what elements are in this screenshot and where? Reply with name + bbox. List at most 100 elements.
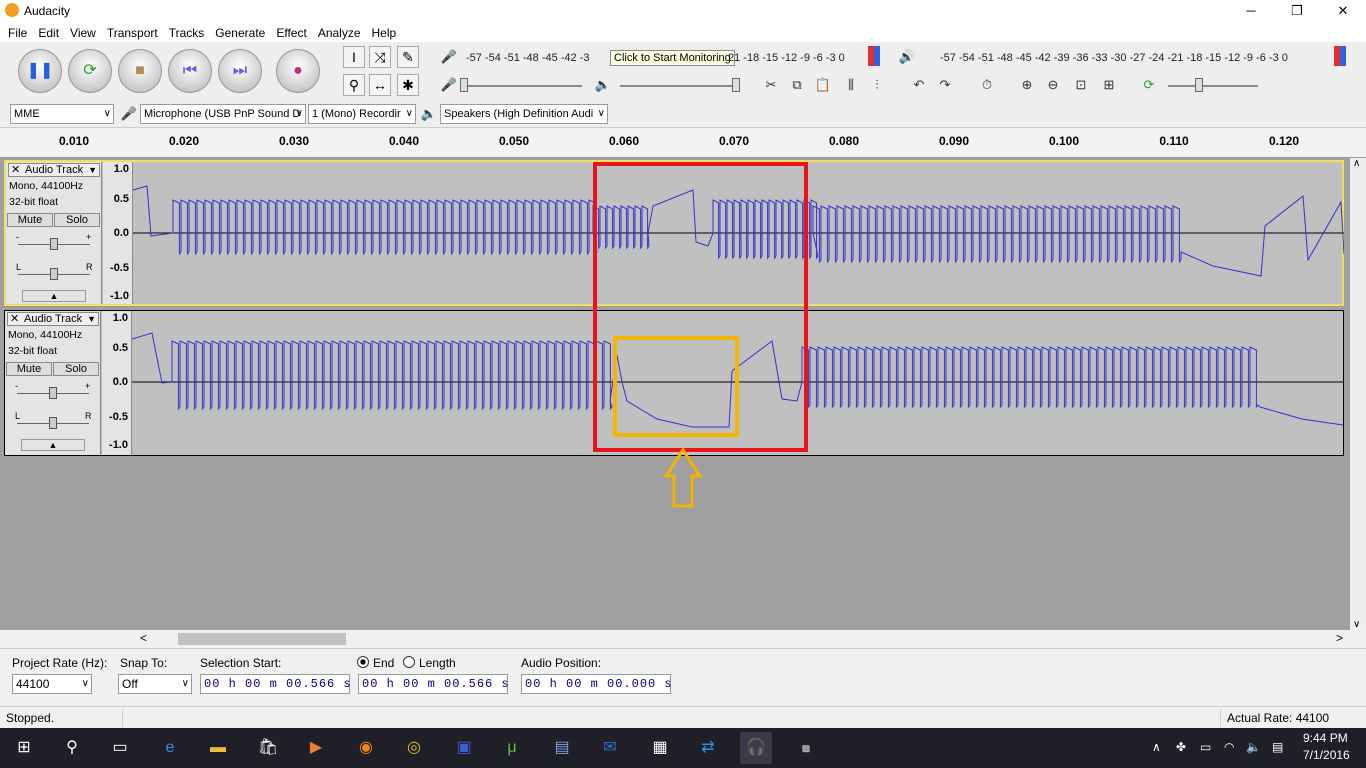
scroll-down-icon[interactable]: ∨ — [1353, 619, 1360, 630]
sync-lock-icon[interactable]: ⏱ — [976, 74, 998, 96]
cut-icon[interactable]: ✂ — [760, 74, 782, 96]
play-at-speed-icon[interactable]: ⟳ — [1138, 74, 1160, 96]
record-meter-scale-tail[interactable]: 21 -18 -15 -12 -9 -6 -3 0 — [728, 48, 878, 68]
selection-start-field[interactable]: 00 h 00 m 00.566 s — [200, 674, 351, 694]
fit-project-icon[interactable]: ⊞ — [1098, 74, 1120, 96]
project-rate-label: Project Rate (Hz): — [12, 656, 108, 670]
task-view-icon[interactable]: ▭ — [104, 732, 136, 764]
end-radio[interactable] — [357, 656, 369, 668]
skip-end-button[interactable]: ⏭ — [218, 49, 262, 93]
menu-tracks[interactable]: Tracks — [165, 22, 212, 42]
maximize-button[interactable]: ❐ — [1274, 0, 1320, 22]
output-volume-slider[interactable] — [620, 85, 740, 87]
envelope-tool-icon[interactable]: ⤨ — [369, 46, 391, 68]
silence-icon[interactable]: ⫶ — [866, 74, 888, 96]
audio-host-select[interactable]: MME ∨ — [10, 104, 114, 124]
playback-meter-scale[interactable]: -57 -54 -51 -48 -45 -42 -39 -36 -33 -30 … — [940, 48, 1340, 68]
microphone-meter-icon[interactable]: 🎤 — [438, 46, 460, 68]
audio-position-field[interactable]: 00 h 00 m 00.000 s — [521, 674, 672, 694]
input-volume-thumb[interactable] — [460, 78, 468, 92]
menu-transport[interactable]: Transport — [103, 22, 165, 42]
menu-file[interactable]: File — [4, 22, 34, 42]
firefox-icon[interactable]: ◉ — [350, 732, 382, 764]
outlook-icon[interactable]: ✉ — [594, 732, 626, 764]
recording-device-icon: 🎤 — [120, 106, 138, 121]
play-speed-slider[interactable] — [1168, 85, 1258, 87]
horizontal-scroll-thumb[interactable] — [178, 633, 346, 645]
record-meter-scale[interactable]: -57 -54 -51 -48 -45 -42 -3 — [466, 48, 610, 68]
vertical-scrollbar[interactable]: ∧ ∨ — [1350, 158, 1366, 630]
tray-app-icon[interactable]: ✤ — [1176, 740, 1186, 754]
menu-analyze[interactable]: Analyze — [314, 22, 368, 42]
recording-channels-select[interactable]: 1 (Mono) Recordir ∨ — [308, 104, 416, 124]
save-disk-icon[interactable]: ▣ — [448, 732, 480, 764]
notifications-icon[interactable]: ▤ — [1272, 740, 1283, 754]
output-volume-thumb[interactable] — [732, 78, 740, 92]
chrome-icon[interactable]: ◎ — [398, 732, 430, 764]
teamviewer-icon[interactable]: ⇄ — [692, 732, 724, 764]
menu-help[interactable]: Help — [368, 22, 404, 42]
time-shift-tool-icon[interactable]: ↔ — [369, 74, 391, 96]
menu-view[interactable]: View — [66, 22, 103, 42]
scroll-right-icon[interactable]: > — [1336, 631, 1343, 645]
clock-date[interactable]: 7/1/2016 — [1303, 748, 1350, 762]
zoom-tool-icon[interactable]: ⚲ — [343, 74, 365, 96]
redo-icon[interactable]: ↷ — [934, 74, 956, 96]
tray-chevron-icon[interactable]: ∧ — [1152, 740, 1161, 754]
length-radio[interactable] — [403, 656, 415, 668]
close-button[interactable]: ✕ — [1320, 0, 1366, 22]
menu-edit[interactable]: Edit — [34, 22, 66, 42]
copy-icon[interactable]: ⧉ — [786, 74, 808, 96]
track-panel[interactable]: ✕ Audio Track ▼ Mono, 44100Hz 32-bit flo… — [0, 158, 1366, 630]
edge-browser-icon[interactable]: e — [154, 732, 186, 764]
project-rate-select[interactable]: 44100 ∨ — [12, 674, 92, 694]
timeline-ruler[interactable]: 0.010 0.020 0.030 0.040 0.050 0.060 0.07… — [0, 128, 1366, 158]
paste-icon[interactable]: 📋 — [812, 74, 834, 96]
skip-start-button[interactable]: ⏮ — [168, 49, 212, 93]
windows-start-icon[interactable]: ⊞ — [8, 732, 40, 764]
trim-icon[interactable]: ⫼ — [840, 74, 862, 96]
horizontal-scrollbar[interactable]: < > — [0, 630, 1366, 648]
store-icon[interactable]: 🛍 — [252, 732, 284, 764]
selection-end-field[interactable]: 00 h 00 m 00.566 s — [358, 674, 509, 694]
utorrent-icon[interactable]: μ — [496, 732, 528, 764]
search-icon[interactable]: ⚲ — [56, 732, 88, 764]
file-explorer-icon[interactable]: ▬ — [202, 732, 234, 764]
calculator-icon[interactable]: ▦ — [644, 732, 676, 764]
ruler-label: 0.060 — [608, 134, 640, 148]
minimize-button[interactable]: ─ — [1228, 0, 1274, 22]
scroll-up-icon[interactable]: ∧ — [1353, 158, 1360, 169]
clock-time[interactable]: 9:44 PM — [1303, 731, 1348, 745]
record-button[interactable]: ● — [276, 49, 320, 93]
playback-device-select[interactable]: Speakers (High Definition Audi ∨ — [440, 104, 608, 124]
recording-device-select[interactable]: Microphone (USB PnP Sound D ∨ — [140, 104, 306, 124]
wifi-icon[interactable]: ◠ — [1224, 740, 1234, 754]
play-button[interactable]: ⟳ — [68, 49, 112, 93]
multi-tool-icon[interactable]: ✱ — [397, 74, 419, 96]
input-volume-icon: 🎤 — [440, 77, 458, 92]
audacity-taskbar-icon[interactable]: 🎧 — [740, 732, 772, 764]
relink-icon[interactable]: ▩ — [790, 732, 822, 764]
menu-generate[interactable]: Generate — [211, 22, 272, 42]
input-volume-slider[interactable] — [462, 85, 582, 87]
title-bar: Audacity ─ ❐ ✕ — [0, 0, 1366, 22]
undo-icon[interactable]: ↶ — [908, 74, 930, 96]
end-label: End — [373, 656, 395, 670]
play-speed-thumb[interactable] — [1195, 78, 1203, 92]
window-title: Audacity — [24, 4, 71, 18]
snap-to-select[interactable]: Off ∨ — [118, 674, 192, 694]
stop-button[interactable]: ■ — [118, 49, 162, 93]
zoom-out-icon[interactable]: ⊖ — [1042, 74, 1064, 96]
speaker-meter-icon[interactable]: 🔊 — [896, 46, 918, 68]
fit-selection-icon[interactable]: ⊡ — [1070, 74, 1092, 96]
network-tool-icon[interactable]: ▤ — [546, 732, 578, 764]
scroll-left-icon[interactable]: < — [140, 631, 147, 645]
media-player-icon[interactable]: ▶ — [300, 732, 332, 764]
battery-icon[interactable]: ▭ — [1200, 740, 1211, 754]
volume-icon[interactable]: 🔈 — [1246, 740, 1261, 754]
menu-effect[interactable]: Effect — [272, 22, 313, 42]
selection-tool-icon[interactable]: I — [343, 46, 365, 68]
draw-tool-icon[interactable]: ✎ — [397, 46, 419, 68]
pause-button[interactable]: ❚❚ — [18, 49, 62, 93]
zoom-in-icon[interactable]: ⊕ — [1016, 74, 1038, 96]
